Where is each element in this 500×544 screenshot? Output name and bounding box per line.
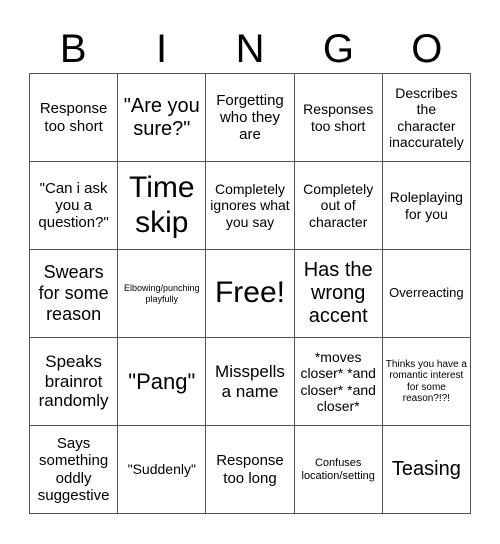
bingo-grid: Response too short "Are you sure?" Forge…: [29, 73, 471, 514]
bingo-cell[interactable]: Completely out of character: [294, 162, 383, 250]
bingo-cell[interactable]: *moves closer* *and closer* *and closer*: [294, 338, 383, 426]
bingo-cell[interactable]: Teasing: [382, 426, 471, 514]
bingo-cell[interactable]: Completely ignores what you say: [206, 162, 295, 250]
bingo-cell[interactable]: Misspells a name: [206, 338, 295, 426]
bingo-cell[interactable]: Has the wrong accent: [294, 250, 383, 338]
bingo-cell[interactable]: Roleplaying for you: [382, 162, 471, 250]
bingo-cell[interactable]: Describes the character inaccurately: [382, 74, 471, 162]
bingo-header: B I N G O: [29, 24, 471, 74]
bingo-cell[interactable]: Swears for some reason: [30, 250, 119, 338]
header-letter-o: O: [411, 27, 443, 71]
bingo-cell[interactable]: Speaks brainrot randomly: [30, 338, 119, 426]
bingo-cell[interactable]: Overreacting: [382, 250, 471, 338]
header-letter-g: G: [322, 27, 354, 71]
bingo-cell[interactable]: Says something oddly suggestive: [30, 426, 119, 514]
header-letter-n: N: [235, 27, 265, 71]
bingo-cell[interactable]: Thinks you have a romantic interest for …: [382, 338, 471, 426]
bingo-cell[interactable]: Confuses location/setting: [294, 426, 383, 514]
free-space-cell[interactable]: Free!: [206, 250, 295, 338]
bingo-cell[interactable]: "Pang": [118, 338, 207, 426]
bingo-cell[interactable]: Response too short: [30, 74, 119, 162]
bingo-cell[interactable]: "Suddenly": [118, 426, 207, 514]
bingo-cell[interactable]: Forgetting who they are: [206, 74, 295, 162]
header-letter-b: B: [59, 27, 87, 71]
header-letter-i: I: [156, 27, 168, 71]
bingo-cell[interactable]: Elbowing/punching playfully: [118, 250, 207, 338]
bingo-cell[interactable]: "Are you sure?": [118, 74, 207, 162]
bingo-cell[interactable]: "Can i ask you a question?": [30, 162, 119, 250]
bingo-cell[interactable]: Time skip: [118, 162, 207, 250]
bingo-cell[interactable]: Responses too short: [294, 74, 383, 162]
bingo-cell[interactable]: Response too long: [206, 426, 295, 514]
